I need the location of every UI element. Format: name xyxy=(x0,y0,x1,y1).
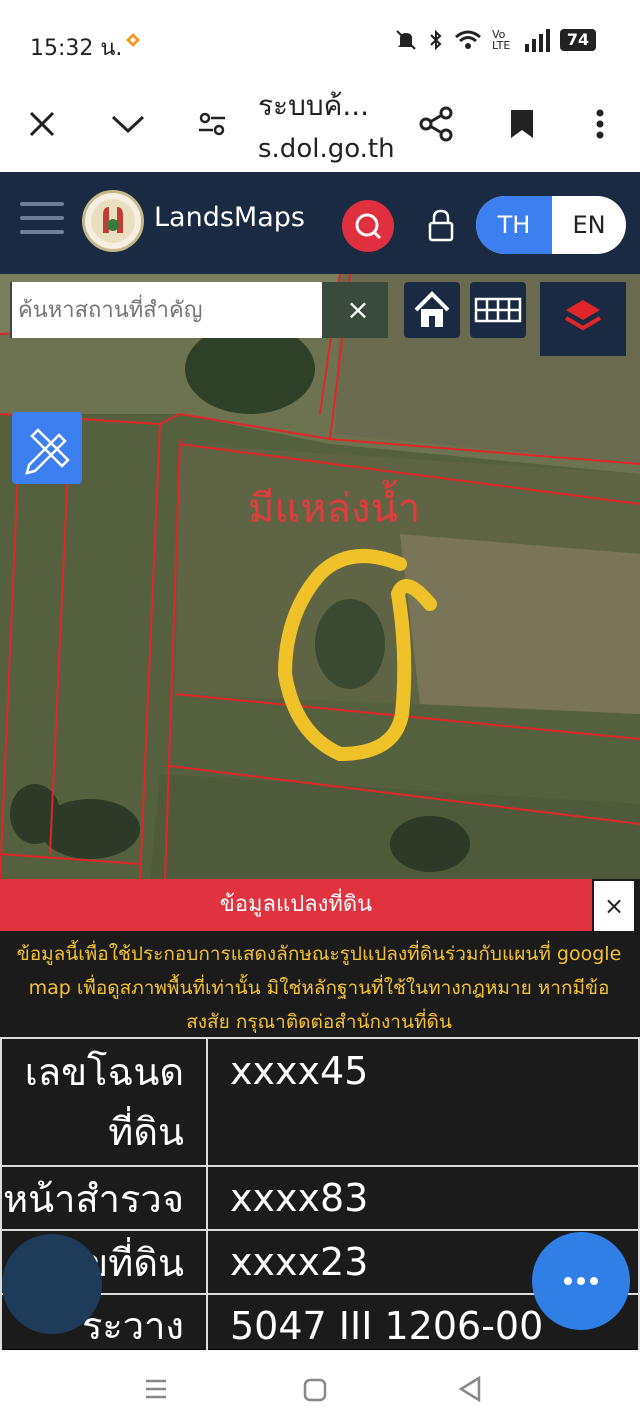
secondary-float-button[interactable] xyxy=(2,1234,102,1334)
status-bar: 15:32 น. Vo LTE 74 xyxy=(0,0,640,80)
place-search: × xyxy=(10,282,388,338)
close-tab-button[interactable] xyxy=(20,102,64,146)
close-icon xyxy=(29,111,55,137)
map-imagery xyxy=(0,274,640,879)
menu-icon[interactable] xyxy=(20,202,64,242)
bookmark-button[interactable] xyxy=(500,102,544,146)
panel-close-button[interactable]: × xyxy=(594,881,634,931)
clear-search-button[interactable]: × xyxy=(328,282,388,338)
satellite-map[interactable]: มีแหล่งน้ำ × xyxy=(0,274,640,879)
app-notification-icon xyxy=(126,33,140,47)
language-toggle[interactable]: TH EN xyxy=(476,196,626,254)
share-icon xyxy=(419,106,453,142)
search-button[interactable] xyxy=(342,200,394,252)
app-header: LandsMaps TH EN xyxy=(0,172,640,274)
row-value: xxxx45 xyxy=(206,1037,640,1167)
map-annotation: มีแหล่งน้ำ xyxy=(248,486,421,532)
chevron-down-icon xyxy=(111,115,145,134)
more-horiz-icon xyxy=(564,1277,598,1285)
ruler-pencil-icon xyxy=(25,428,70,475)
recent-apps-icon[interactable] xyxy=(144,1378,168,1400)
status-icons: Vo LTE 74 xyxy=(394,28,596,52)
tune-icon xyxy=(199,112,225,136)
more-options-button[interactable] xyxy=(578,102,622,146)
battery-indicator: 74 xyxy=(560,29,596,51)
page-title: ระบบค้... xyxy=(258,89,370,122)
wifi-icon xyxy=(455,30,481,49)
row-label: หน้าสำรวจ xyxy=(0,1165,208,1231)
grid-button[interactable] xyxy=(470,282,526,338)
site-settings-button[interactable] xyxy=(190,102,234,146)
lang-th-option[interactable]: TH xyxy=(476,196,552,254)
system-nav-bar xyxy=(0,1350,640,1428)
grid-icon xyxy=(474,297,522,323)
mute-icon xyxy=(396,30,416,50)
disclaimer-text: ข้อมูลนี้เพื่อใช้ประกอบการแสดงลักษณะรูปแ… xyxy=(16,943,622,1033)
bookmark-icon xyxy=(511,110,533,138)
row-label: เลขโฉนดที่ดิน xyxy=(0,1037,208,1167)
home-button[interactable] xyxy=(404,282,460,338)
share-button[interactable] xyxy=(414,102,458,146)
home-nav-icon[interactable] xyxy=(303,1378,327,1402)
more-vert-icon xyxy=(596,109,604,139)
network-type: Vo LTE xyxy=(492,28,511,52)
lock-icon[interactable] xyxy=(426,208,456,242)
home-icon xyxy=(414,291,450,327)
place-search-input[interactable] xyxy=(12,282,322,338)
more-actions-button[interactable] xyxy=(532,1232,630,1330)
signal-icon xyxy=(525,29,550,52)
panel-title: ข้อมูลแปลงที่ดิน xyxy=(0,879,592,931)
dol-logo xyxy=(82,190,144,252)
bluetooth-icon xyxy=(430,29,442,51)
lang-en-option[interactable]: EN xyxy=(552,196,626,254)
collapse-button[interactable] xyxy=(106,102,150,146)
status-time: 15:32 น. xyxy=(30,36,123,61)
table-row: เลขโฉนดที่ดิน xxxx45 xyxy=(0,1037,640,1167)
layers-icon xyxy=(564,300,602,331)
seal-icon xyxy=(91,199,135,243)
row-value: xxxx83 xyxy=(206,1165,640,1231)
page-domain[interactable]: s.dol.go.th xyxy=(258,134,395,164)
back-icon[interactable] xyxy=(458,1376,482,1402)
layers-button[interactable] xyxy=(540,282,626,356)
table-row: หน้าสำรวจ xxxx83 xyxy=(0,1165,640,1231)
measure-tool-button[interactable] xyxy=(12,412,82,484)
search-icon xyxy=(355,213,382,240)
app-name: LandsMaps xyxy=(154,202,305,233)
